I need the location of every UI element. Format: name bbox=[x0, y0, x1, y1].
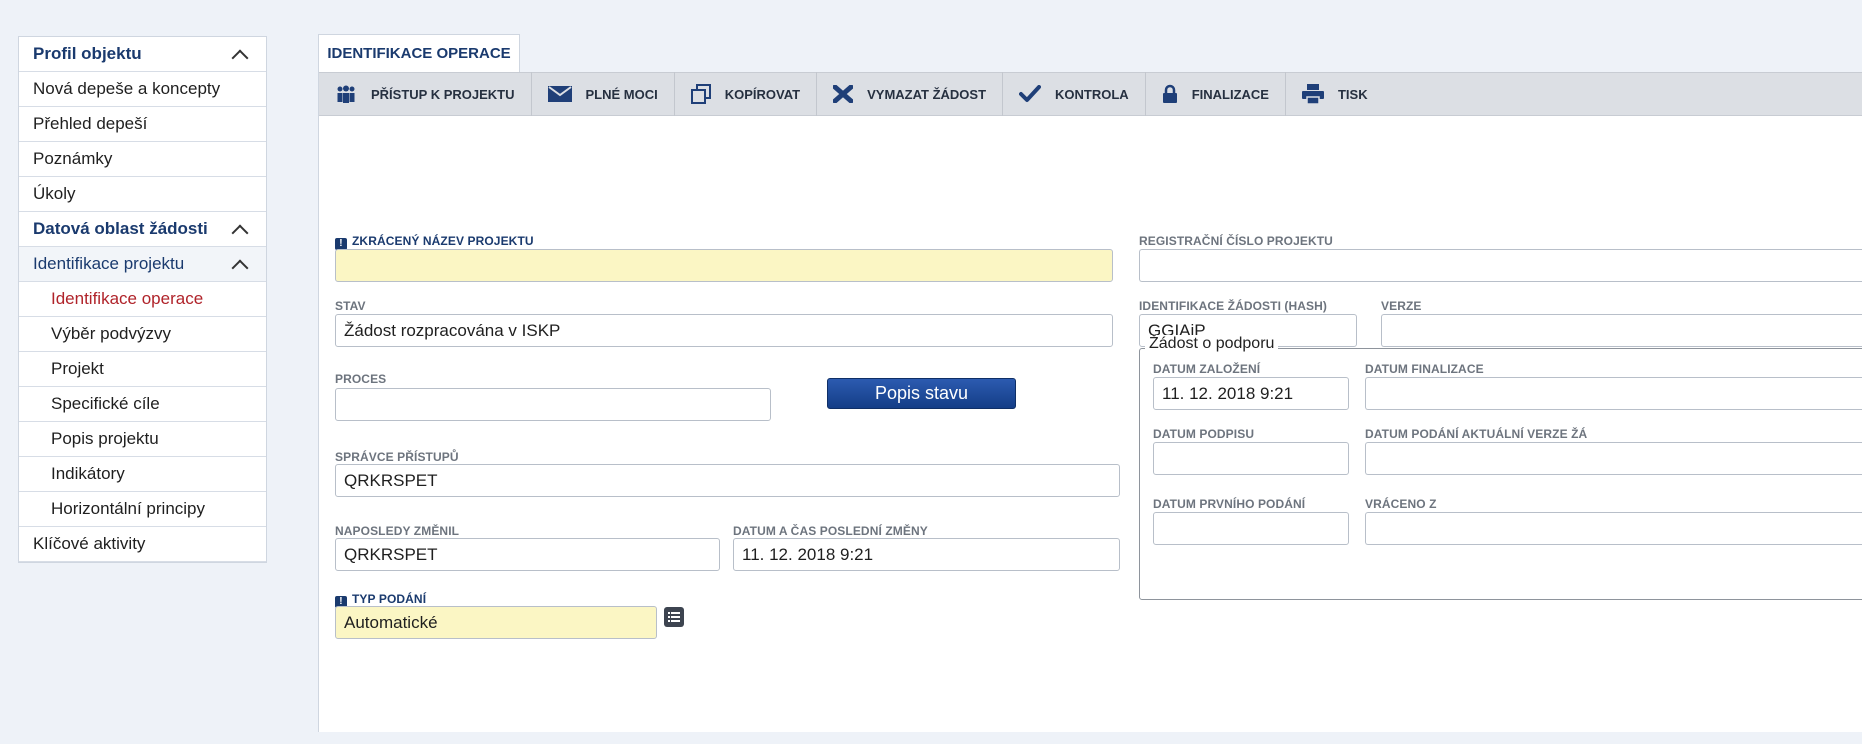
sidebar-item-profil-objektu[interactable]: Profil objektu bbox=[19, 37, 266, 72]
datum-prvniho-podani-label: DATUM PRVNÍHO PODÁNÍ bbox=[1153, 497, 1306, 511]
vraceno-z-field[interactable] bbox=[1365, 512, 1862, 545]
sidebar-item-popis-projektu[interactable]: Popis projektu bbox=[19, 422, 266, 457]
printer-icon bbox=[1301, 84, 1324, 104]
sidebar-item-poznamky[interactable]: Poznámky bbox=[19, 142, 266, 177]
sidebar-item-datova-oblast[interactable]: Datová oblast žádosti bbox=[19, 212, 266, 247]
zkraceny-nazev-input[interactable] bbox=[335, 249, 1113, 282]
sidebar-item-label: Identifikace operace bbox=[51, 289, 204, 308]
vymazat-zadost-button[interactable]: VYMAZAT ŽÁDOST bbox=[817, 72, 1004, 116]
list-icon bbox=[668, 612, 680, 622]
sidebar-item-label: Indikátory bbox=[51, 464, 125, 483]
sidebar-item-label: Klíčové aktivity bbox=[33, 534, 146, 553]
sidebar-item-label: Horizontální principy bbox=[51, 499, 206, 518]
sidebar-item-specificke-cile[interactable]: Specifické cíle bbox=[19, 387, 266, 422]
list-picker-button[interactable] bbox=[664, 607, 684, 627]
finalizace-button[interactable]: FINALIZACE bbox=[1146, 72, 1286, 116]
verze-field[interactable] bbox=[1381, 314, 1862, 347]
datum-prvniho-podani-field[interactable] bbox=[1153, 512, 1349, 545]
sidebar-item-label: Poznámky bbox=[33, 149, 113, 168]
main-content: IDENTIFIKACE OPERACE PŘÍSTUP K PROJEKTU … bbox=[318, 34, 1862, 744]
sidebar-item-label: Nová depeše a koncepty bbox=[33, 79, 221, 98]
vraceno-z-label: VRÁCENO Z bbox=[1365, 497, 1437, 511]
tisk-button[interactable]: TISK bbox=[1286, 72, 1384, 116]
identifikace-hash-label: IDENTIFIKACE ŽÁDOSTI (HASH) bbox=[1139, 299, 1328, 313]
datum-zalozeni-field[interactable]: 11. 12. 2018 9:21 bbox=[1153, 377, 1349, 410]
proces-field[interactable] bbox=[335, 388, 771, 421]
pristup-k-projektu-button[interactable]: PŘÍSTUP K PROJEKTU bbox=[319, 72, 532, 116]
datum-finalizace-label: DATUM FINALIZACE bbox=[1365, 362, 1484, 376]
plne-moci-button[interactable]: PLNÉ MOCI bbox=[532, 72, 675, 116]
form-panel: PŘÍSTUP K PROJEKTU PLNÉ MOCI KOPÍROVAT V… bbox=[318, 72, 1862, 732]
naposledy-zmenil-label: NAPOSLEDY ZMĚNIL bbox=[335, 524, 460, 538]
sidebar-item-projekt[interactable]: Projekt bbox=[19, 352, 266, 387]
stav-field[interactable]: Žádost rozpracována v ISKP bbox=[335, 314, 1113, 347]
datum-podpisu-label: DATUM PODPISU bbox=[1153, 427, 1255, 441]
naposledy-zmenil-field[interactable]: QRKRSPET bbox=[335, 538, 720, 571]
registracni-cislo-label: REGISTRAČNÍ ČÍSLO PROJEKTU bbox=[1139, 234, 1333, 248]
sidebar-item-label: Projekt bbox=[51, 359, 104, 378]
sidebar-item-prehled-depesi[interactable]: Přehled depeší bbox=[19, 107, 266, 142]
people-icon bbox=[337, 85, 355, 103]
sidebar-item-label: Výběr podvýzvy bbox=[51, 324, 171, 343]
zadost-o-podporu-legend: Žádost o podporu bbox=[1145, 335, 1279, 353]
chevron-up-icon[interactable] bbox=[232, 47, 246, 61]
delete-icon bbox=[833, 85, 854, 103]
popis-stavu-button[interactable]: Popis stavu bbox=[827, 378, 1016, 409]
toolbar-button-label: KOPÍROVAT bbox=[724, 86, 801, 102]
datum-podpisu-field[interactable] bbox=[1153, 442, 1349, 475]
sidebar-item-vyber-podvyzvy[interactable]: Výběr podvýzvy bbox=[19, 317, 266, 352]
envelope-icon bbox=[547, 86, 572, 102]
proces-label: PROCES bbox=[335, 372, 387, 386]
datum-finalizace-field[interactable] bbox=[1365, 377, 1862, 410]
datum-zmeny-label: DATUM A ČAS POSLEDNÍ ZMĚNY bbox=[733, 524, 928, 538]
toolbar-button-label: FINALIZACE bbox=[1191, 86, 1269, 102]
sidebar-item-label: Přehled depeší bbox=[33, 114, 148, 133]
toolbar-button-label: KONTROLA bbox=[1055, 86, 1129, 102]
chevron-up-icon[interactable] bbox=[232, 222, 246, 236]
sidebar-item-label: Popis projektu bbox=[51, 429, 159, 448]
sidebar-item-label: Datová oblast žádosti bbox=[33, 219, 208, 238]
sidebar-item-identifikace-projektu[interactable]: Identifikace projektu bbox=[19, 247, 266, 282]
sidebar-item-label: Úkoly bbox=[33, 184, 76, 203]
stav-label: STAV bbox=[335, 299, 366, 313]
tab-identifikace-operace[interactable]: IDENTIFIKACE OPERACE bbox=[318, 34, 520, 72]
sidebar-item-identifikace-operace[interactable]: Identifikace operace bbox=[19, 282, 266, 317]
sidebar-item-indikatory[interactable]: Indikátory bbox=[19, 457, 266, 492]
copy-icon bbox=[690, 84, 711, 104]
kontrola-button[interactable]: KONTROLA bbox=[1003, 72, 1146, 116]
registracni-cislo-field[interactable] bbox=[1139, 249, 1862, 282]
toolbar-button-label: PLNÉ MOCI bbox=[585, 86, 658, 102]
sidebar-item-ukoly[interactable]: Úkoly bbox=[19, 177, 266, 212]
sidebar-nav: Profil objektu Nová depeše a koncepty Př… bbox=[18, 36, 267, 563]
lock-icon bbox=[1162, 84, 1177, 103]
chevron-up-icon[interactable] bbox=[232, 257, 246, 271]
sidebar-item-horizontalni-principy[interactable]: Horizontální principy bbox=[19, 492, 266, 527]
typ-podani-field[interactable]: Automatické bbox=[335, 606, 657, 639]
sidebar-item-nova-depese[interactable]: Nová depeše a koncepty bbox=[19, 72, 266, 107]
kopirovat-button[interactable]: KOPÍROVAT bbox=[675, 72, 818, 116]
sidebar-item-klicove-aktivity[interactable]: Klíčové aktivity bbox=[19, 527, 266, 562]
datum-podani-verze-field[interactable] bbox=[1365, 442, 1862, 475]
sidebar-item-label: Profil objektu bbox=[33, 44, 142, 63]
toolbar-button-label: TISK bbox=[1337, 86, 1368, 102]
zkraceny-nazev-label: ! ZKRÁCENÝ NÁZEV PROJEKTU bbox=[335, 234, 534, 250]
spravce-pristupu-label: SPRÁVCE PŘÍSTUPŮ bbox=[335, 450, 459, 464]
spravce-pristupu-field[interactable]: QRKRSPET bbox=[335, 464, 1120, 497]
toolbar: PŘÍSTUP K PROJEKTU PLNÉ MOCI KOPÍROVAT V… bbox=[319, 72, 1862, 116]
verze-label: VERZE bbox=[1381, 299, 1422, 313]
datum-podani-verze-label: DATUM PODÁNÍ AKTUÁLNÍ VERZE ŽÁ bbox=[1365, 427, 1588, 441]
toolbar-button-label: PŘÍSTUP K PROJEKTU bbox=[371, 86, 515, 102]
sidebar-item-label: Identifikace projektu bbox=[33, 254, 185, 273]
sidebar-item-label: Specifické cíle bbox=[51, 394, 160, 413]
datum-zalozeni-label: DATUM ZALOŽENÍ bbox=[1153, 362, 1261, 376]
datum-zmeny-field[interactable]: 11. 12. 2018 9:21 bbox=[733, 538, 1120, 571]
check-icon bbox=[1019, 85, 1042, 102]
toolbar-button-label: VYMAZAT ŽÁDOST bbox=[867, 86, 987, 102]
